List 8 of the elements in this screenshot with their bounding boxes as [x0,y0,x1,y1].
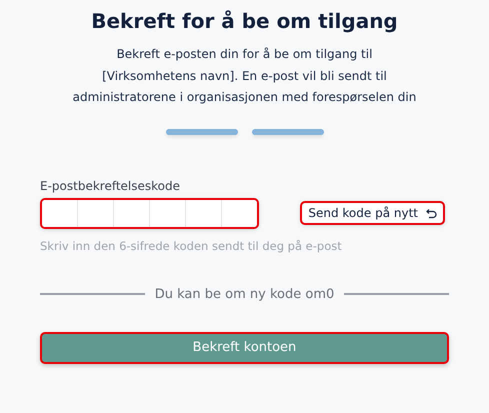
countdown-text: Du kan be om ny kode om0 [154,286,334,302]
description-text: Bekreft e-posten din for å be om tilgang til [Virksomhetens navn]. En e-post vil bli sendt til administratorene i organisasjonen med forespørselen din [72,46,417,106]
code-input-field[interactable] [40,198,259,228]
field-label: E-postbekreftelseskode [40,178,182,192]
undo-icon [426,208,437,218]
page-title: Bekreft for å be om tilgang [90,8,399,34]
hint-text: Skriv inn den 6-sifrede koden sendt til deg på e-post [40,238,343,252]
resend-code-button[interactable]: Send kode på nytt [300,201,445,225]
